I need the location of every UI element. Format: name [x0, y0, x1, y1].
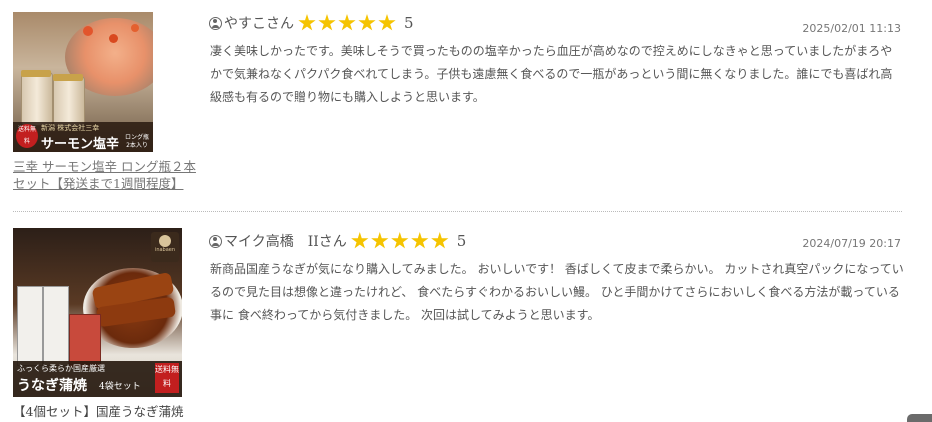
product-image[interactable]: 送料無料 新潟 株式会社三幸 サーモン塩辛 ロング瓶 2本入り — [13, 12, 153, 152]
star-rating — [298, 14, 398, 32]
product-image-name: うなぎ蒲焼 — [17, 378, 87, 394]
reviewer-name: やすこさん — [224, 16, 294, 32]
review-divider — [13, 211, 902, 212]
star-rating — [351, 232, 451, 250]
product-image-brand: 新潟 株式会社三幸 — [41, 124, 100, 132]
star-icon — [378, 14, 396, 31]
product-link[interactable]: 【4個セット】国産うなぎ蒲焼 — [13, 403, 208, 420]
product-image-set: 4袋セット — [99, 382, 141, 392]
star-icon — [318, 14, 336, 31]
free-shipping-badge: 送料無料 — [155, 363, 179, 393]
product-image-note: ロング瓶 2本入り — [124, 134, 149, 149]
reviewer-name: マイク高橋 IIさん — [224, 234, 347, 250]
product-image-name: サーモン塩辛 — [41, 137, 120, 152]
review-date: 2024/07/19 20:17 — [802, 237, 901, 250]
review-date: 2025/02/01 11:13 — [802, 22, 901, 35]
review-text: 凄く美味しかったです。美味しそうで買ったものの塩辛かったら血圧が高めなので控えめ… — [210, 44, 893, 104]
user-icon — [209, 234, 222, 248]
star-icon — [338, 14, 356, 31]
brand-logo: inabaen — [151, 232, 179, 262]
product-image[interactable]: inabaen ふっくら柔らか国産厳選 うなぎ蒲焼 4袋セット 送料無料 — [13, 228, 182, 397]
scroll-tab[interactable] — [907, 414, 932, 422]
star-icon — [391, 232, 409, 249]
user-icon — [209, 16, 222, 30]
star-icon — [358, 14, 376, 31]
star-icon — [371, 232, 389, 249]
star-icon — [431, 232, 449, 249]
reviewer-line: やすこさん 5 — [209, 12, 414, 34]
rating-value: 5 — [404, 14, 414, 32]
reviewer-line: マイク高橋 IIさん 5 — [209, 230, 466, 252]
rating-value: 5 — [456, 232, 467, 250]
review-text: 新商品国産うなぎが気になり購入してみました。 おいしいです！ 香ばしくて皮まで柔… — [210, 262, 904, 322]
star-icon — [411, 232, 429, 249]
product-link[interactable]: 三幸 サーモン塩辛 ロング瓶２本セット【発送まで1週間程度】 — [13, 158, 208, 192]
star-icon — [298, 14, 316, 31]
free-shipping-badge: 送料無料 — [16, 124, 38, 148]
star-icon — [351, 232, 369, 249]
product-image-tagline: ふっくら柔らか国産厳選 — [17, 364, 105, 373]
